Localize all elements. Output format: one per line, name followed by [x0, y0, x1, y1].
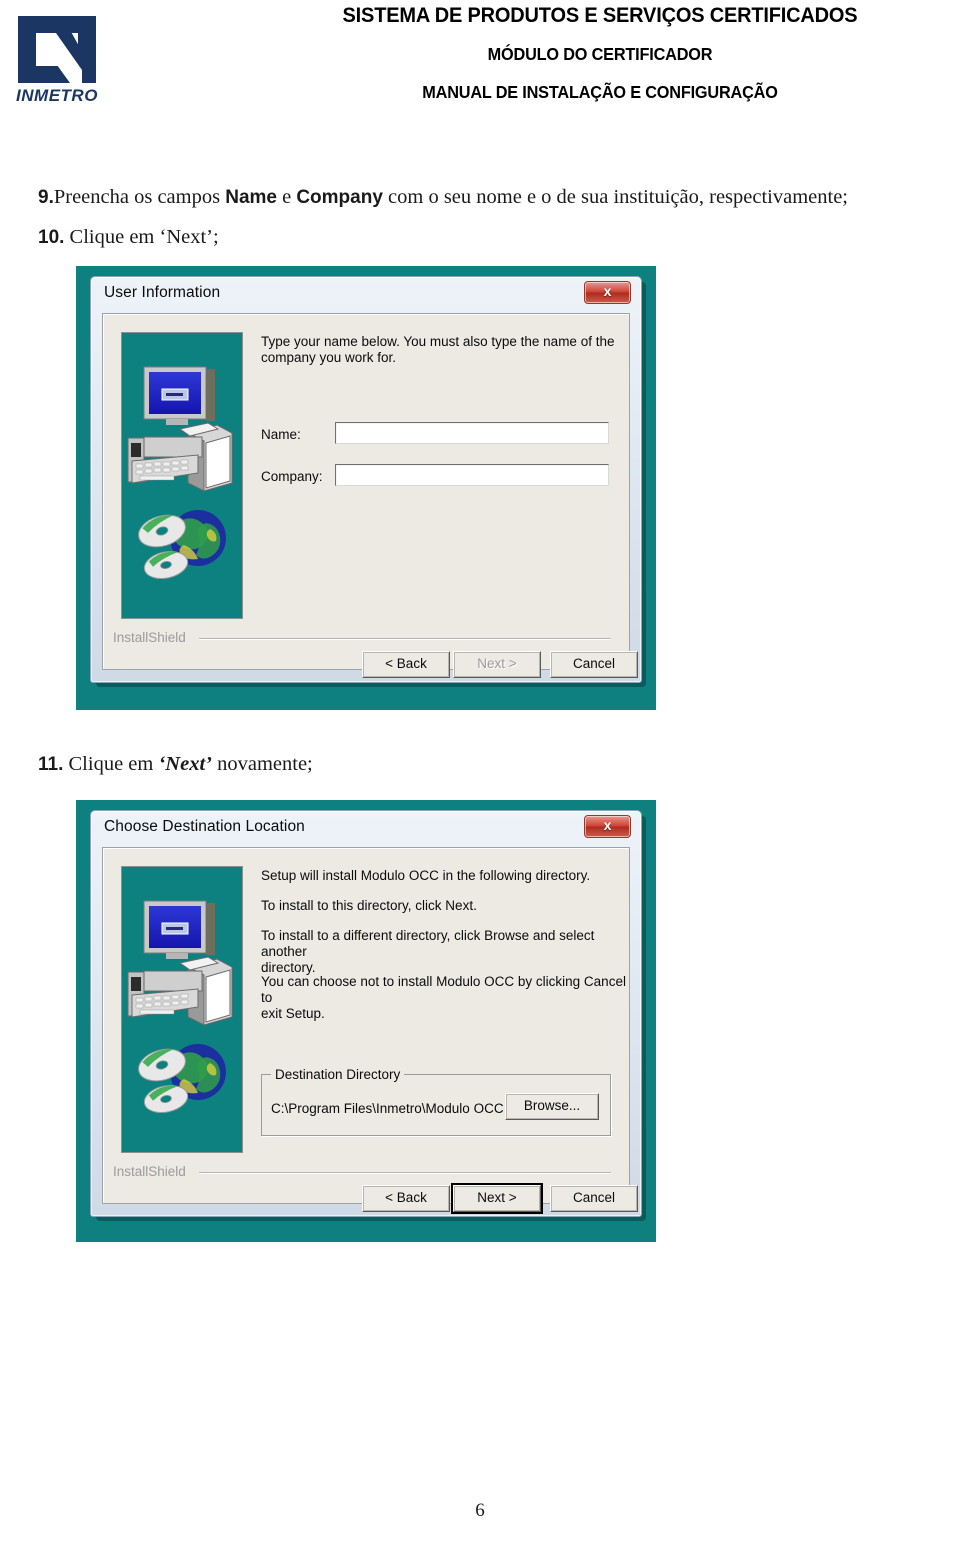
installshield-rule: [199, 1172, 611, 1173]
dialog2-paragraph-1: Setup will install Modulo OCC in the fol…: [261, 868, 590, 884]
step-9-bold-name: Name: [225, 187, 277, 208]
step-9-number: 9.: [38, 187, 54, 208]
document-header: INMETRO SISTEMA DE PRODUTOS E SERVIÇOS C…: [0, 0, 960, 120]
dialog1-instruction-line-1: Type your name below. You must also type…: [261, 334, 615, 349]
dialog1-instructions: Type your name below. You must also type…: [261, 334, 614, 366]
header-line-1: SISTEMA DE PRODUTOS E SERVIÇOS CERTIFICA…: [342, 3, 858, 27]
dialog-title-bar: User Information x: [91, 277, 641, 310]
header-line-2: MÓDULO DO CERTIFICADOR: [487, 44, 713, 64]
close-icon[interactable]: x: [584, 815, 631, 838]
dialog2-line-2: To install to this directory, click Next…: [261, 898, 477, 913]
dialog1-instruction-line-2: company you work for.: [261, 350, 397, 365]
browse-button[interactable]: Browse...: [505, 1093, 599, 1120]
company-input[interactable]: [335, 464, 609, 486]
destination-directory-label: Destination Directory: [271, 1067, 405, 1082]
screenshot-user-information: User Information x Type your name below.…: [76, 266, 656, 710]
step-11-number: 11.: [38, 754, 64, 775]
close-icon-glyph: x: [603, 283, 612, 299]
choose-destination-dialog: Choose Destination Location x Setup will…: [90, 810, 642, 1217]
close-icon[interactable]: x: [584, 281, 631, 304]
dialog-title: Choose Destination Location: [104, 818, 305, 835]
back-button[interactable]: < Back: [362, 651, 450, 678]
back-button[interactable]: < Back: [362, 1185, 450, 1212]
next-button[interactable]: Next >: [453, 651, 541, 678]
page-number: 6: [475, 1500, 485, 1521]
header-title-block: SISTEMA DE PRODUTOS E SERVIÇOS CERTIFICA…: [240, 0, 960, 103]
name-label: Name:: [261, 427, 301, 442]
step-11-text-1: Clique em: [63, 753, 159, 775]
header-line-3: MANUAL DE INSTALAÇÃO E CONFIGURAÇÃO: [422, 82, 778, 102]
cancel-button[interactable]: Cancel: [550, 1185, 638, 1212]
dialog2-paragraph-4: You can choose not to install Modulo OCC…: [261, 974, 629, 1022]
installshield-brand: InstallShield: [113, 1164, 186, 1179]
inmetro-logo-icon: INMETRO: [16, 16, 98, 105]
dialog2-line-6: exit Setup.: [261, 1006, 325, 1021]
dialog2-line-1: Setup will install Modulo OCC in the fol…: [261, 868, 591, 883]
installshield-rule: [199, 638, 611, 639]
dialog-client-area: Type your name below. You must also type…: [102, 313, 638, 678]
company-label: Company:: [261, 469, 323, 484]
computer-printer-globe-icon: [122, 867, 242, 1152]
step-9-text-3: com o seu nome e o de sua instituição, r…: [382, 186, 848, 208]
installshield-artwork: [121, 332, 243, 619]
step-11-text-2: novamente;: [211, 753, 313, 775]
name-input[interactable]: [335, 422, 609, 444]
dialog2-line-5: You can choose not to install Modulo OCC…: [261, 974, 626, 1005]
dialog2-paragraph-3: To install to a different directory, cli…: [261, 928, 629, 976]
dialog-title-bar: Choose Destination Location x: [91, 811, 641, 844]
step-9-bold-company: Company: [296, 187, 383, 208]
step-11: 11. Clique em ‘Next’ novamente;: [38, 753, 313, 776]
step-10-number: 10.: [38, 227, 65, 248]
screenshot-choose-destination: Choose Destination Location x Setup will…: [76, 800, 656, 1242]
dialog2-paragraph-2: To install to this directory, click Next…: [261, 898, 477, 914]
cancel-button[interactable]: Cancel: [550, 651, 638, 678]
inmetro-logo: INMETRO: [10, 8, 110, 108]
user-information-dialog: User Information x Type your name below.…: [90, 276, 642, 683]
computer-printer-globe-icon: [122, 333, 242, 618]
dialog2-line-3: To install to a different directory, cli…: [261, 928, 595, 959]
step-9: 9.Preencha os campos Name e Company com …: [38, 186, 848, 209]
destination-path-value: C:\Program Files\Inmetro\Modulo OCC: [271, 1101, 504, 1116]
installshield-brand: InstallShield: [113, 630, 186, 645]
installshield-artwork: [121, 866, 243, 1153]
step-9-text-2: e: [276, 186, 297, 208]
step-9-text-1: Preencha os campos: [53, 186, 226, 208]
svg-text:INMETRO: INMETRO: [16, 86, 98, 105]
next-button[interactable]: Next >: [453, 1185, 541, 1212]
dialog-client-area: Setup will install Modulo OCC in the fol…: [102, 847, 638, 1212]
destination-directory-group: Destination Directory C:\Program Files\I…: [261, 1067, 611, 1136]
step-11-bold-next: ‘Next’: [158, 753, 212, 775]
dialog-title: User Information: [104, 284, 221, 301]
close-icon-glyph: x: [603, 817, 612, 833]
step-10: 10. Clique em ‘Next’;: [38, 226, 219, 249]
step-10-text: Clique em ‘Next’;: [64, 226, 219, 248]
